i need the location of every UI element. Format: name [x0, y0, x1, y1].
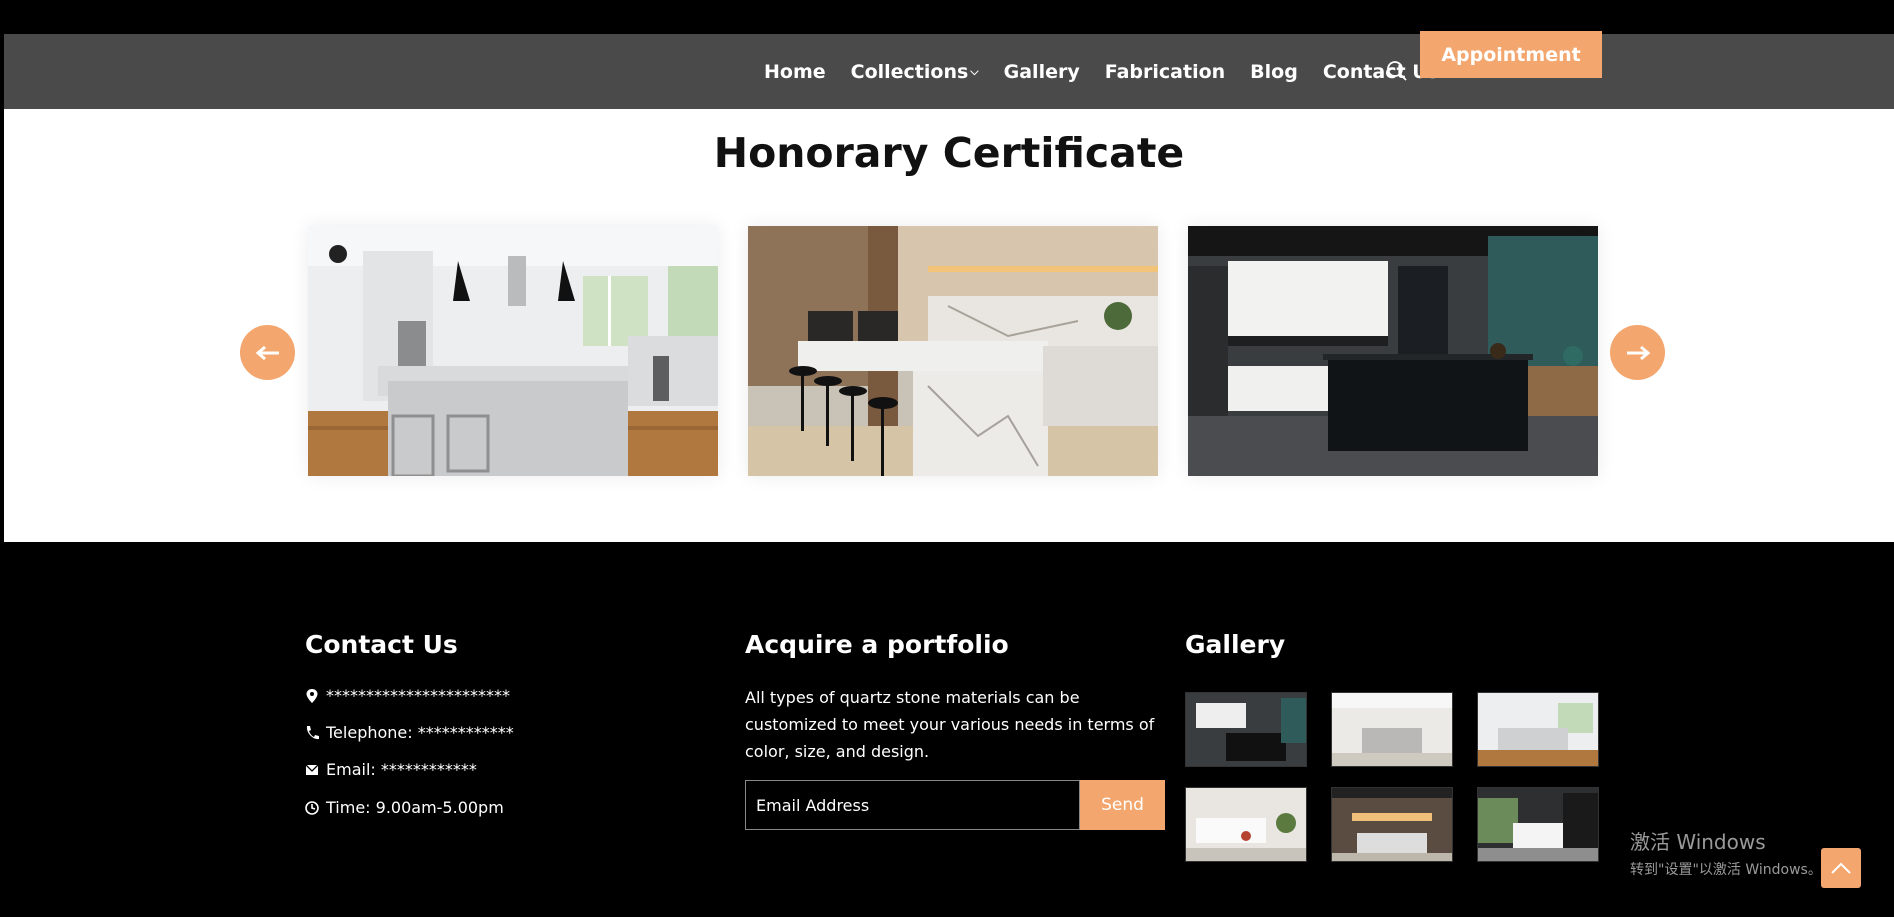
marble-island-kitchen-image [748, 226, 1158, 476]
contact-address: *********************** [326, 686, 510, 705]
carousel-slide-marble-island[interactable] [748, 226, 1158, 476]
portfolio-description: All types of quartz stone materials can … [745, 688, 1155, 761]
nav-fabrication[interactable]: Fabrication [1105, 61, 1225, 83]
email-input[interactable]: Email Address [745, 780, 1080, 830]
arrow-right-icon [1626, 345, 1650, 360]
watermark-line-2: 转到"设置"以激活 Windows。 [1630, 862, 1822, 878]
phone-icon [306, 725, 319, 739]
carousel-next-button[interactable] [1610, 325, 1665, 380]
clock-icon [305, 800, 319, 815]
back-to-top-button[interactable] [1821, 848, 1861, 888]
main-nav: Home Collections ⌵ Gallery Fabrication Bl… [764, 34, 1474, 109]
location-pin-icon [306, 688, 318, 703]
arrow-left-icon [255, 345, 279, 360]
carousel-prev-button[interactable] [240, 325, 295, 380]
appointment-button[interactable]: Appointment [1420, 31, 1602, 78]
nav-gallery-label: Gallery [1003, 60, 1080, 83]
nav-fabrication-label: Fabrication [1104, 60, 1226, 83]
nav-home-label: Home [764, 60, 826, 83]
envelope-icon [305, 764, 319, 775]
windows-activation-watermark: 激活 Windows 转到"设置"以激活 Windows。 [1630, 826, 1822, 879]
nav-home[interactable]: Home [764, 61, 826, 83]
contact-time: Time: 9.00am-5.00pm [326, 798, 504, 817]
send-button[interactable]: Send [1080, 780, 1165, 830]
watermark-line-1: 激活 Windows [1630, 830, 1766, 854]
site-footer: Contact Us *********************** Telep… [4, 542, 1894, 917]
gallery-thumbnail[interactable] [1331, 787, 1453, 862]
chevron-down-icon: ⌵ [970, 64, 979, 78]
contact-email: Email: ************ [326, 760, 477, 779]
gallery-thumbnail[interactable] [1331, 692, 1453, 767]
white-kitchen-image [308, 226, 718, 476]
portfolio-title: Acquire a portfolio [745, 630, 1009, 659]
dark-showroom-kitchen-image [1188, 226, 1598, 476]
gallery-thumbnail[interactable] [1477, 692, 1599, 767]
contact-telephone: Telephone: ************ [326, 723, 514, 742]
gallery-title: Gallery [1185, 630, 1286, 659]
nav-blog[interactable]: Blog [1250, 61, 1298, 83]
nav-gallery[interactable]: Gallery [1004, 61, 1080, 83]
nav-collections[interactable]: Collections ⌵ [851, 61, 979, 83]
contact-email-row: Email: ************ [305, 760, 477, 779]
section-title: Honorary Certificate [713, 129, 1185, 177]
nav-blog-label: Blog [1250, 60, 1298, 83]
nav-collections-label: Collections [850, 60, 969, 83]
gallery-thumbnail[interactable] [1185, 787, 1307, 862]
certificate-section: Honorary Certificate [4, 109, 1894, 542]
carousel-slide-white-kitchen[interactable] [308, 226, 718, 476]
contact-telephone-row: Telephone: ************ [305, 723, 514, 742]
chevron-up-icon [1831, 862, 1851, 874]
site-header: Home Collections ⌵ Gallery Fabrication Bl… [4, 31, 1894, 109]
contact-time-row: Time: 9.00am-5.00pm [305, 798, 504, 817]
contact-title: Contact Us [305, 630, 458, 659]
contact-address-row: *********************** [305, 686, 510, 705]
top-strip [0, 0, 1894, 34]
carousel-slide-dark-showroom[interactable] [1188, 226, 1598, 476]
search-icon[interactable] [1380, 54, 1414, 88]
gallery-thumbnail[interactable] [1185, 692, 1307, 767]
gallery-thumbnail[interactable] [1477, 787, 1599, 862]
